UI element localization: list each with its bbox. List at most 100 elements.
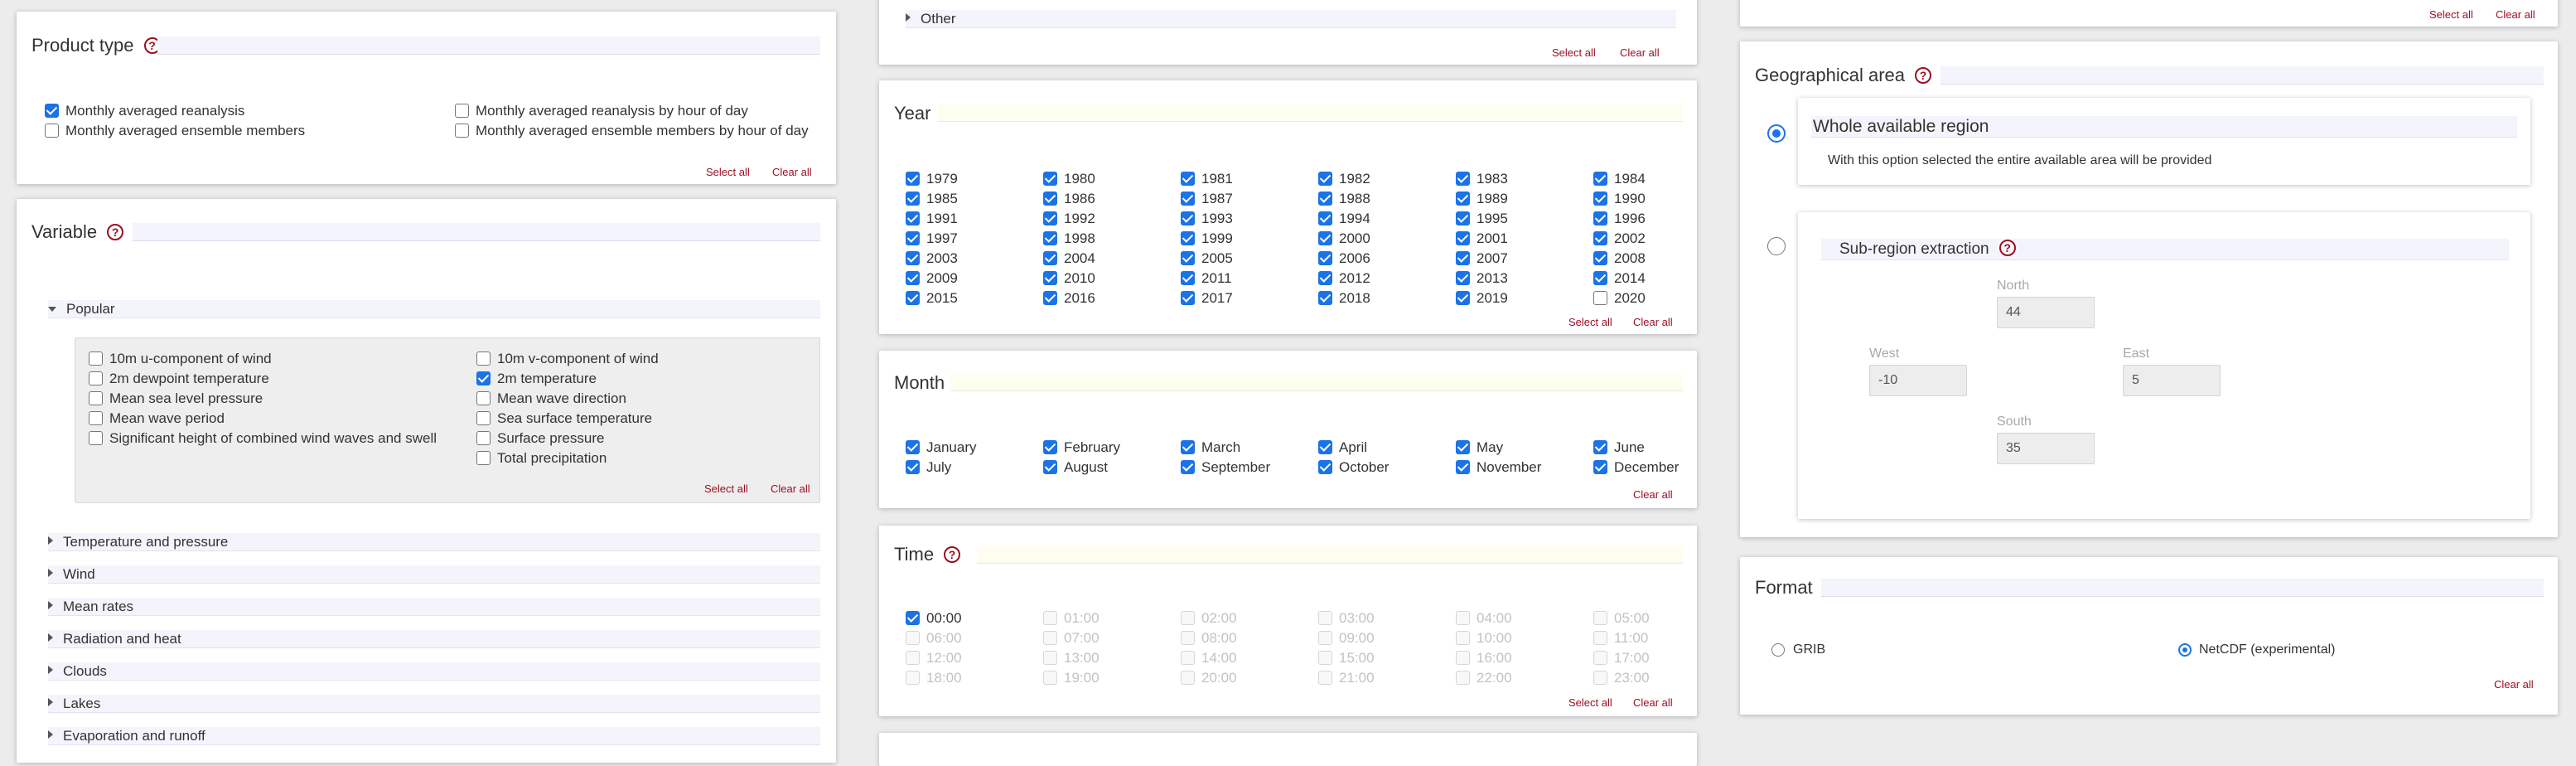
select-all-link[interactable]: Select all bbox=[1568, 316, 1612, 328]
checkbox-box[interactable] bbox=[1593, 271, 1607, 285]
group-other[interactable]: Other bbox=[906, 10, 1676, 28]
checkbox-box[interactable] bbox=[45, 104, 59, 118]
year-checkbox-2013[interactable]: 2013 bbox=[1456, 270, 1508, 287]
checkbox-box[interactable] bbox=[1043, 172, 1057, 186]
clear-all-link[interactable]: Clear all bbox=[2494, 678, 2534, 691]
checkbox-box[interactable] bbox=[1043, 460, 1057, 474]
checkbox-box[interactable] bbox=[1318, 460, 1332, 474]
clear-all-link[interactable]: Clear all bbox=[1633, 316, 1673, 328]
checkbox-box[interactable] bbox=[1456, 291, 1470, 305]
help-icon[interactable]: ? bbox=[107, 224, 124, 240]
select-all-link[interactable]: Select all bbox=[706, 166, 750, 178]
year-checkbox-2016[interactable]: 2016 bbox=[1043, 290, 1095, 307]
checkbox-box[interactable] bbox=[1456, 192, 1470, 206]
netcdf-radio[interactable] bbox=[2178, 643, 2192, 657]
year-checkbox-2014[interactable]: 2014 bbox=[1593, 270, 1646, 287]
checkbox-significant-wave-height[interactable]: Significant height of combined wind wave… bbox=[89, 430, 437, 447]
checkbox-box[interactable] bbox=[1456, 251, 1470, 265]
checkbox-box[interactable] bbox=[89, 411, 103, 425]
month-checkbox-july[interactable]: July bbox=[906, 459, 951, 476]
help-icon[interactable]: ? bbox=[1998, 240, 2016, 256]
select-all-link[interactable]: Select all bbox=[2429, 8, 2473, 21]
checkbox-box[interactable] bbox=[1456, 460, 1470, 474]
year-checkbox-1995[interactable]: 1995 bbox=[1456, 211, 1508, 227]
select-all-link[interactable]: Select all bbox=[1552, 46, 1596, 59]
group-radiation-and-heat[interactable]: Radiation and heat bbox=[48, 630, 820, 648]
select-all-link[interactable]: Select all bbox=[704, 482, 748, 495]
north-input[interactable]: 44 bbox=[1997, 297, 2095, 328]
checkbox-box[interactable] bbox=[1593, 192, 1607, 206]
year-checkbox-1992[interactable]: 1992 bbox=[1043, 211, 1095, 227]
sub-region-radio[interactable] bbox=[1767, 237, 1786, 255]
checkbox-box[interactable] bbox=[1456, 211, 1470, 225]
south-input[interactable]: 35 bbox=[1997, 433, 2095, 464]
checkbox-box[interactable] bbox=[1043, 440, 1057, 454]
checkbox-mean-sea-level-pressure[interactable]: Mean sea level pressure bbox=[89, 390, 263, 407]
year-checkbox-2009[interactable]: 2009 bbox=[906, 270, 958, 287]
year-checkbox-2012[interactable]: 2012 bbox=[1318, 270, 1370, 287]
checkbox-box[interactable] bbox=[1043, 251, 1057, 265]
checkbox-box[interactable] bbox=[1593, 211, 1607, 225]
netcdf-label[interactable]: NetCDF (experimental) bbox=[2199, 642, 2335, 658]
checkbox-2m-dewpoint[interactable]: 2m dewpoint temperature bbox=[89, 371, 269, 387]
checkbox-box[interactable] bbox=[1456, 440, 1470, 454]
clear-all-link[interactable]: Clear all bbox=[2496, 8, 2535, 21]
checkbox-box[interactable] bbox=[1456, 231, 1470, 245]
year-checkbox-2015[interactable]: 2015 bbox=[906, 290, 958, 307]
checkbox-box[interactable] bbox=[1318, 291, 1332, 305]
checkbox-box[interactable] bbox=[1318, 231, 1332, 245]
year-checkbox-1989[interactable]: 1989 bbox=[1456, 191, 1508, 207]
checkbox-box[interactable] bbox=[906, 251, 920, 265]
group-clouds[interactable]: Clouds bbox=[48, 662, 820, 681]
help-icon[interactable]: ? bbox=[1915, 67, 1932, 84]
year-checkbox-2020[interactable]: 2020 bbox=[1593, 290, 1646, 307]
group-wind[interactable]: Wind bbox=[48, 565, 820, 584]
checkbox-box[interactable] bbox=[1043, 211, 1057, 225]
checkbox-box[interactable] bbox=[1456, 271, 1470, 285]
checkbox-box[interactable] bbox=[1043, 192, 1057, 206]
checkbox-box[interactable] bbox=[1593, 172, 1607, 186]
checkbox-monthly-averaged-ensemble-members[interactable]: Monthly averaged ensemble members bbox=[45, 123, 305, 139]
checkbox-10m-u-wind[interactable]: 10m u-component of wind bbox=[89, 351, 272, 367]
checkbox-box[interactable] bbox=[1181, 231, 1195, 245]
checkbox-monthly-reanalysis-by-hour[interactable]: Monthly averaged reanalysis by hour of d… bbox=[455, 103, 748, 119]
month-checkbox-november[interactable]: November bbox=[1456, 459, 1541, 476]
grib-radio[interactable] bbox=[1771, 643, 1785, 657]
year-checkbox-2001[interactable]: 2001 bbox=[1456, 230, 1508, 247]
year-checkbox-2005[interactable]: 2005 bbox=[1181, 250, 1233, 267]
checkbox-box[interactable] bbox=[906, 192, 920, 206]
checkbox-box[interactable] bbox=[906, 440, 920, 454]
month-checkbox-january[interactable]: January bbox=[906, 439, 976, 456]
checkbox-box[interactable] bbox=[89, 371, 103, 385]
checkbox-10m-v-wind[interactable]: 10m v-component of wind bbox=[476, 351, 659, 367]
clear-all-link[interactable]: Clear all bbox=[771, 482, 810, 495]
checkbox-box[interactable] bbox=[455, 124, 469, 138]
checkbox-box[interactable] bbox=[476, 451, 491, 465]
checkbox-box[interactable] bbox=[45, 124, 59, 138]
help-icon[interactable]: ? bbox=[944, 546, 961, 563]
checkbox-box[interactable] bbox=[1318, 271, 1332, 285]
month-checkbox-may[interactable]: May bbox=[1456, 439, 1503, 456]
year-checkbox-2008[interactable]: 2008 bbox=[1593, 250, 1646, 267]
year-checkbox-1996[interactable]: 1996 bbox=[1593, 211, 1646, 227]
checkbox-box[interactable] bbox=[906, 291, 920, 305]
checkbox-box[interactable] bbox=[1318, 172, 1332, 186]
east-input[interactable]: 5 bbox=[2123, 365, 2221, 396]
year-checkbox-1983[interactable]: 1983 bbox=[1456, 171, 1508, 187]
checkbox-box[interactable] bbox=[906, 231, 920, 245]
year-checkbox-1981[interactable]: 1981 bbox=[1181, 171, 1233, 187]
checkbox-box[interactable] bbox=[89, 391, 103, 405]
month-checkbox-february[interactable]: February bbox=[1043, 439, 1120, 456]
checkbox-box[interactable] bbox=[476, 391, 491, 405]
checkbox-box[interactable] bbox=[1181, 291, 1195, 305]
month-checkbox-october[interactable]: October bbox=[1318, 459, 1389, 476]
year-checkbox-1990[interactable]: 1990 bbox=[1593, 191, 1646, 207]
clear-all-link[interactable]: Clear all bbox=[1620, 46, 1660, 59]
year-checkbox-1997[interactable]: 1997 bbox=[906, 230, 958, 247]
checkbox-box[interactable] bbox=[906, 172, 920, 186]
year-checkbox-2004[interactable]: 2004 bbox=[1043, 250, 1095, 267]
checkbox-box[interactable] bbox=[1181, 192, 1195, 206]
checkbox-box[interactable] bbox=[1318, 192, 1332, 206]
checkbox-box[interactable] bbox=[1593, 460, 1607, 474]
checkbox-box[interactable] bbox=[1043, 231, 1057, 245]
